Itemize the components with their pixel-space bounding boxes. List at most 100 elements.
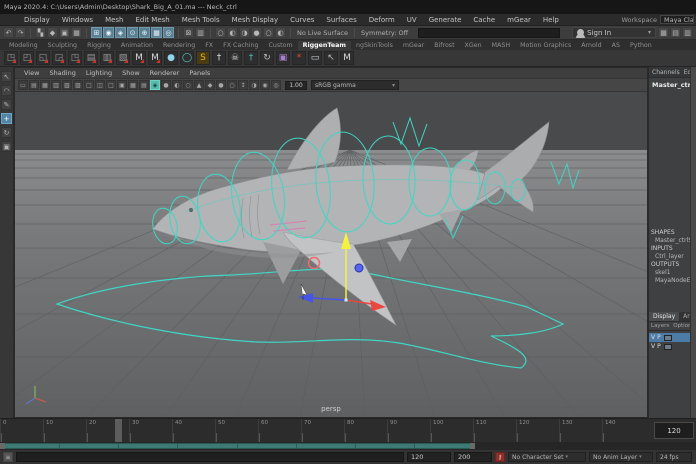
viewport-toolbar-icon[interactable]: □ bbox=[84, 80, 94, 90]
selection-mask-icon[interactable]: ▚ bbox=[35, 27, 46, 38]
shelf-tab[interactable]: Rigging bbox=[82, 41, 116, 50]
channel-box-tree-item[interactable]: INPUTS bbox=[649, 245, 690, 252]
viewport-toolbar-icon[interactable]: ● bbox=[161, 80, 171, 90]
menu-item[interactable]: Help bbox=[537, 16, 565, 24]
layer-visibility-toggle[interactable]: V bbox=[651, 343, 655, 350]
current-frame-marker[interactable] bbox=[115, 419, 122, 442]
viewport-toolbar-icon[interactable]: ◉ bbox=[260, 80, 270, 90]
command-line-input[interactable] bbox=[16, 452, 404, 462]
menu-item[interactable]: Surfaces bbox=[320, 16, 362, 24]
viewport-toolbar-icon[interactable]: ▭ bbox=[18, 80, 28, 90]
shelf-button[interactable]: ▤ bbox=[84, 51, 98, 65]
menu-item[interactable]: Display bbox=[18, 16, 56, 24]
channel-box-tree-item[interactable]: MayaNodeEdit bbox=[649, 277, 690, 284]
character-set-dropdown[interactable]: No Character Set ▾ bbox=[508, 452, 586, 462]
shelf-button[interactable]: ● bbox=[164, 51, 178, 65]
panel-menu-item[interactable]: Show bbox=[117, 69, 145, 77]
range-end-handle[interactable] bbox=[470, 443, 475, 449]
shelf-button[interactable]: M bbox=[132, 51, 146, 65]
shelf-tab[interactable]: Rendering bbox=[158, 41, 200, 50]
shelf-button[interactable]: ↻ bbox=[260, 51, 274, 65]
channel-box-tree-item[interactable]: OUTPUTS bbox=[649, 261, 690, 268]
viewport-toolbar-icon[interactable]: ▧ bbox=[62, 80, 72, 90]
viewport-canvas[interactable]: persp bbox=[15, 92, 647, 417]
shelf-tab[interactable]: AS bbox=[607, 41, 625, 50]
undo-redo-icon[interactable]: ↶ bbox=[3, 27, 14, 38]
shelf-tab[interactable]: mGear bbox=[398, 41, 429, 50]
viewport-toolbar-icon[interactable]: ◫ bbox=[95, 80, 105, 90]
no-live-surface-label[interactable]: No Live Surface bbox=[295, 29, 350, 37]
symmetry-label[interactable]: Symmetry: Off bbox=[359, 29, 410, 37]
viewport-toolbar-icon[interactable]: ◑ bbox=[249, 80, 259, 90]
viewport-toolbar-icon[interactable]: ↕ bbox=[238, 80, 248, 90]
panel-menu-item[interactable]: Renderer bbox=[145, 69, 185, 77]
menu-item[interactable]: Generate bbox=[423, 16, 468, 24]
panel-menu-item[interactable]: Shading bbox=[44, 69, 80, 77]
menu-item[interactable]: Mesh Display bbox=[226, 16, 284, 24]
auto-keyframe-toggle-icon[interactable]: ⚷ bbox=[495, 452, 505, 462]
layer-editor-menu-item[interactable]: Options bbox=[673, 323, 690, 329]
snap-icon[interactable]: ◎ bbox=[163, 27, 174, 38]
fps-dropdown[interactable]: 24 fps bbox=[656, 452, 692, 462]
panel-menu-item[interactable]: Lighting bbox=[81, 69, 117, 77]
shelf-tab[interactable]: FX bbox=[200, 41, 218, 50]
shelf-tab[interactable]: Arnold bbox=[576, 41, 606, 50]
range-slider-bar[interactable] bbox=[0, 443, 475, 449]
viewport-toolbar-icon[interactable]: ◐ bbox=[172, 80, 182, 90]
viewport-toolbar-icon[interactable]: ▦ bbox=[128, 80, 138, 90]
selected-node-name[interactable]: Master_ctrl bbox=[649, 78, 690, 91]
anim-layer-dropdown[interactable]: No Anim Layer ▾ bbox=[589, 452, 653, 462]
selection-mask-icon[interactable]: ▣ bbox=[59, 27, 70, 38]
shelf-button[interactable]: ▣ bbox=[276, 51, 290, 65]
panel-menu-item[interactable]: Panels bbox=[184, 69, 215, 77]
shelf-button[interactable]: M bbox=[340, 51, 354, 65]
range-start-handle[interactable] bbox=[0, 443, 5, 449]
display-layer-row[interactable]: V P bbox=[649, 342, 690, 351]
tool-icon[interactable]: ▣ bbox=[1, 141, 12, 152]
viewport-toolbar-icon[interactable]: ◎ bbox=[271, 80, 281, 90]
undo-redo-icon[interactable]: ↷ bbox=[15, 27, 26, 38]
shelf-button[interactable]: † bbox=[212, 51, 226, 65]
command-line-icon[interactable]: ≡ bbox=[3, 452, 13, 462]
fin-control-blue[interactable] bbox=[355, 264, 363, 272]
layer-color-chip[interactable] bbox=[664, 344, 672, 350]
lock-icon[interactable]: ▥ bbox=[195, 27, 206, 38]
viewport-toolbar-icon[interactable]: ○ bbox=[227, 80, 237, 90]
channel-box-tree-item[interactable]: SHAPES bbox=[649, 229, 690, 236]
menu-item[interactable]: Cache bbox=[467, 16, 501, 24]
channel-box-toggle-icon[interactable]: ▥ bbox=[682, 27, 693, 38]
layer-visibility-toggle[interactable]: V bbox=[651, 334, 655, 341]
viewport-toolbar-icon[interactable]: ▦ bbox=[40, 80, 50, 90]
workspace-switcher[interactable]: Workspace Maya Classic bbox=[621, 15, 696, 24]
shelf-tab[interactable]: Sculpting bbox=[43, 41, 82, 50]
layer-playback-toggle[interactable]: P bbox=[657, 343, 661, 350]
tool-icon[interactable]: ↖ bbox=[1, 71, 12, 82]
viewport-toolbar-icon[interactable]: ▤ bbox=[29, 80, 39, 90]
layer-playback-toggle[interactable]: P bbox=[657, 334, 661, 341]
current-frame-field[interactable]: 120 bbox=[654, 422, 694, 439]
selection-mask-icon[interactable]: ▦ bbox=[71, 27, 82, 38]
shelf-tab[interactable]: RiggenTeam bbox=[298, 41, 351, 50]
workspace-dropdown[interactable]: Maya Classic bbox=[660, 15, 694, 24]
history-icon[interactable]: ◐ bbox=[275, 27, 286, 38]
shelf-button[interactable]: ▧ bbox=[116, 51, 130, 65]
shelf-button[interactable]: ◳ bbox=[68, 51, 82, 65]
viewport-toolbar-icon[interactable]: ▣ bbox=[117, 80, 127, 90]
shelf-button[interactable]: ↖ bbox=[324, 51, 338, 65]
shelf-button[interactable]: ◳ bbox=[4, 51, 18, 65]
layer-editor-tab[interactable]: Display bbox=[649, 312, 679, 321]
window-titlebar[interactable]: Maya 2020.4: C:\Users\Admin\Desktop\Shar… bbox=[0, 0, 696, 14]
channel-box-tree-item[interactable]: Ctrl_layer bbox=[649, 253, 690, 260]
shelf-button[interactable]: ◱ bbox=[36, 51, 50, 65]
selection-mask-icon[interactable]: ◆ bbox=[47, 27, 58, 38]
shelf-tab[interactable]: Custom bbox=[264, 41, 298, 50]
shelf-button[interactable]: ◯ bbox=[180, 51, 194, 65]
viewport-toolbar-icon[interactable]: ▥ bbox=[51, 80, 61, 90]
right-sidebar-strip[interactable] bbox=[690, 67, 696, 418]
tool-icon[interactable]: ↻ bbox=[1, 127, 12, 138]
shelf-button[interactable]: ▥ bbox=[100, 51, 114, 65]
exposure-field[interactable]: 1.00 bbox=[285, 81, 307, 90]
shelf-tab[interactable]: ngSkinTools bbox=[351, 41, 398, 50]
history-icon[interactable]: ○ bbox=[263, 27, 274, 38]
shelf-button[interactable]: ▭ bbox=[308, 51, 322, 65]
